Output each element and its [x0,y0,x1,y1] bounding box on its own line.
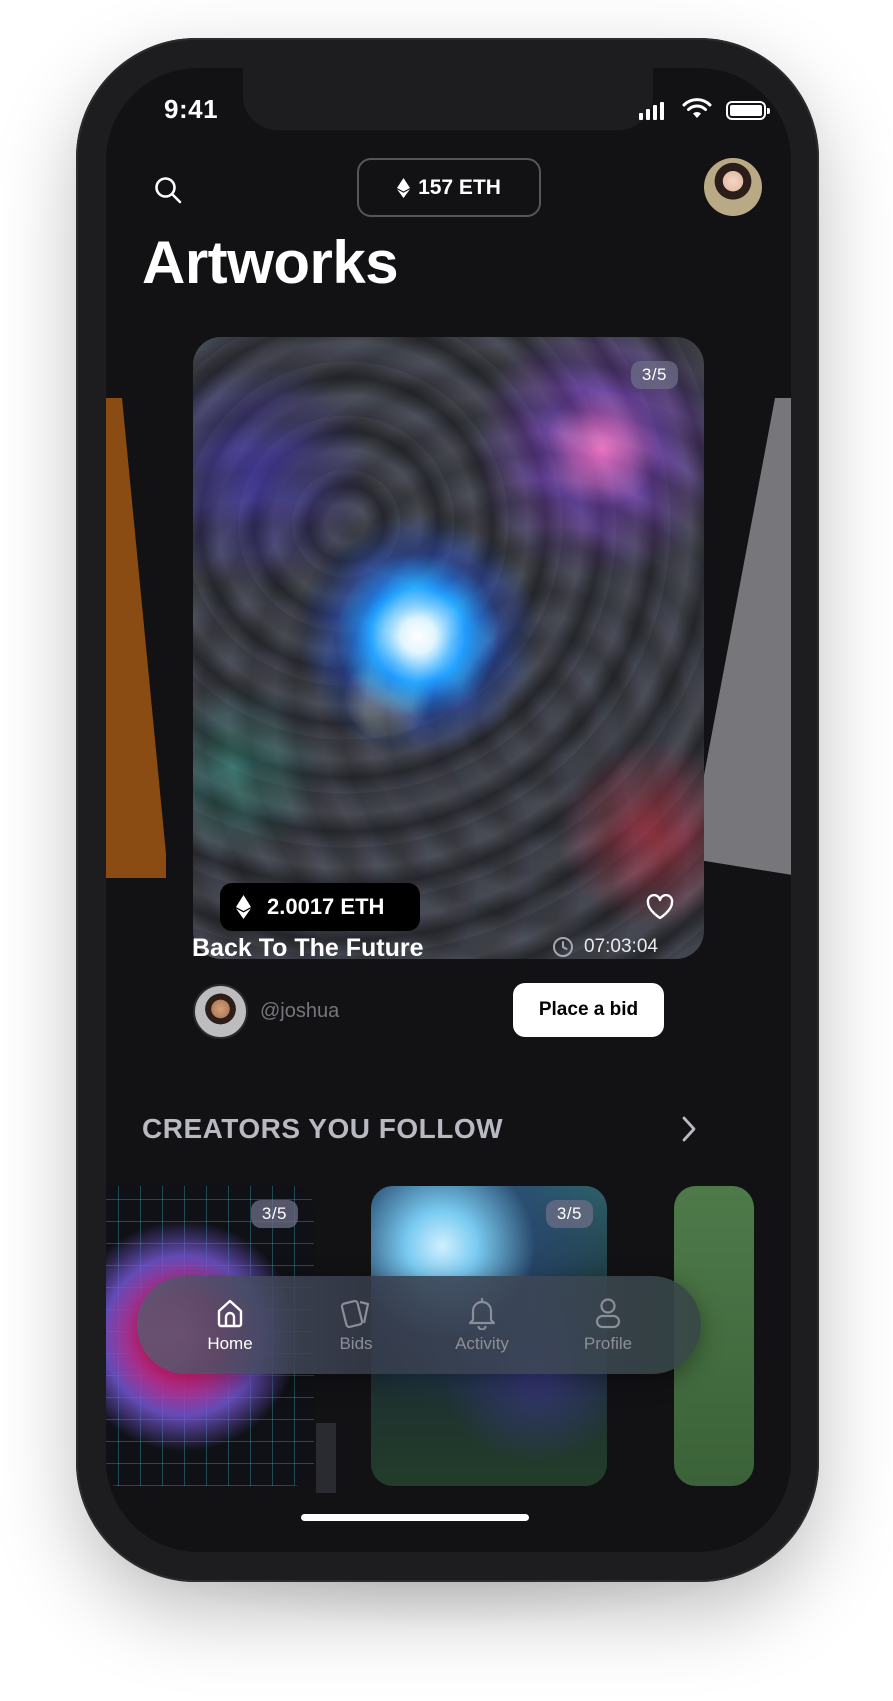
bottom-tab-bar: Home Bids Activity Profile [137,1276,701,1374]
cellular-signal-icon [639,102,664,120]
app-screen: 9:41 157 ETH Artworks 3/5 2.0017 ETH Bac… [106,68,791,1552]
tab-label: Home [207,1334,253,1353]
auction-timer: 07:03:04 [552,936,658,958]
card-divider [316,1423,336,1493]
creator-avatar[interactable] [193,984,248,1039]
creator-handle[interactable]: @joshua [260,1000,339,1023]
artwork-price: 2.0017 ETH [267,894,385,919]
search-icon [155,177,182,204]
next-artwork-card[interactable] [691,398,791,878]
user-icon [593,1296,623,1330]
artwork-counter-badge: 3/5 [630,361,678,389]
previous-artwork-card[interactable] [106,398,166,878]
artwork-counter-badge: 3/5 [545,1200,593,1228]
like-button[interactable] [646,893,674,925]
place-bid-button[interactable]: Place a bid [513,983,664,1037]
tab-activity[interactable]: Activity [437,1285,527,1365]
search-button[interactable] [146,168,190,212]
tab-label: Activity [455,1334,509,1353]
wallet-balance-pill[interactable]: 157 ETH [357,158,541,217]
wifi-icon [682,98,712,125]
battery-icon [726,101,770,120]
tab-home[interactable]: Home [185,1285,275,1365]
see-all-creators-button[interactable] [674,1112,704,1146]
user-avatar[interactable] [704,158,762,216]
tab-label: Profile [583,1334,633,1353]
device-notch [243,68,653,130]
artwork-counter-badge: 3/5 [250,1200,298,1228]
ethereum-icon [397,177,411,198]
ethereum-icon [236,895,251,919]
status-time: 9:41 [164,94,219,124]
tab-label: Bids [339,1334,373,1353]
tab-profile[interactable]: Profile [563,1285,653,1365]
artwork-image [193,337,704,959]
time-remaining: 07:03:04 [584,936,658,957]
section-title: CREATORS YOU FOLLOW [142,1113,504,1144]
bell-icon [467,1296,497,1330]
tab-bids[interactable]: Bids [311,1285,401,1365]
featured-artwork-card[interactable]: 3/5 2.0017 ETH [193,337,704,959]
heart-icon [646,893,674,920]
page-title: Artworks [142,229,399,296]
home-indicator[interactable] [301,1514,529,1521]
wallet-balance: 157 ETH [418,175,501,199]
home-icon [214,1296,246,1330]
artwork-title: Back To The Future [192,934,424,962]
chevron-right-icon [682,1116,696,1142]
cards-icon [338,1296,374,1330]
artwork-price-tag: 2.0017 ETH [220,883,420,931]
clock-icon [553,937,573,957]
